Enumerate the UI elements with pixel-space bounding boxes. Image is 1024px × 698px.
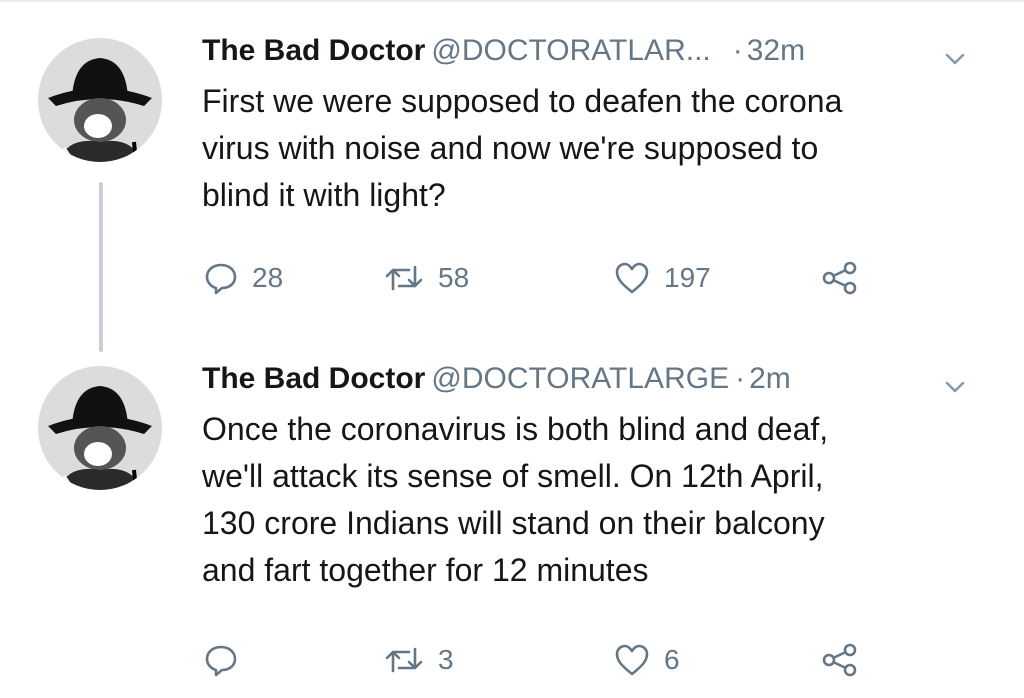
like-button[interactable]: 197: [614, 258, 711, 298]
tweet-header: The Bad Doctor @DOCTORATLARGE · 2m: [202, 360, 1000, 398]
timestamp[interactable]: 2m: [749, 362, 791, 395]
tweet-text: First we were supposed to deafen the cor…: [202, 83, 843, 213]
share-button[interactable]: [820, 640, 860, 680]
chevron-down-icon[interactable]: [944, 370, 966, 393]
separator-dot: ·: [732, 34, 743, 67]
display-name[interactable]: The Bad Doctor: [202, 34, 425, 67]
avatar[interactable]: [38, 38, 162, 162]
heart-icon: [614, 261, 650, 295]
share-icon: [820, 643, 860, 677]
tweet-actions: 28 58 197: [0, 258, 1024, 298]
timestamp[interactable]: 32m: [747, 34, 805, 67]
tweet-text: Once the coronavirus is both blind and d…: [202, 411, 829, 588]
tweet[interactable]: The Bad Doctor @DOCTORATLAR... · 32m First …: [0, 0, 1024, 352]
retweet-icon: [384, 261, 424, 295]
user-handle[interactable]: @DOCTORATLAR...: [431, 34, 710, 67]
reply-button[interactable]: [204, 640, 252, 680]
tweet[interactable]: The Bad Doctor @DOCTORATLARGE · 2m Once the…: [0, 340, 1024, 698]
reply-icon: [204, 643, 238, 677]
share-button[interactable]: [820, 258, 860, 298]
like-button[interactable]: 6: [614, 640, 680, 680]
chevron-down-icon[interactable]: [944, 42, 966, 65]
display-name[interactable]: The Bad Doctor: [202, 362, 425, 395]
retweet-count: 3: [438, 644, 454, 675]
tweet-actions: 3 6: [0, 640, 1024, 680]
reply-icon: [204, 261, 238, 295]
separator-dot: ·: [735, 362, 746, 395]
user-handle[interactable]: @DOCTORATLARGE: [431, 362, 729, 395]
retweet-button[interactable]: 58: [384, 258, 469, 298]
reply-button[interactable]: 28: [204, 258, 283, 298]
avatar[interactable]: [38, 366, 162, 490]
like-count: 6: [664, 644, 680, 675]
retweet-button[interactable]: 3: [384, 640, 454, 680]
retweet-count: 58: [438, 262, 470, 293]
like-count: 197: [664, 262, 711, 293]
reply-count: 28: [252, 262, 284, 293]
heart-icon: [614, 643, 650, 677]
share-icon: [820, 261, 860, 295]
retweet-icon: [384, 643, 424, 677]
tweet-header: The Bad Doctor @DOCTORATLAR... · 32m: [202, 32, 1000, 70]
